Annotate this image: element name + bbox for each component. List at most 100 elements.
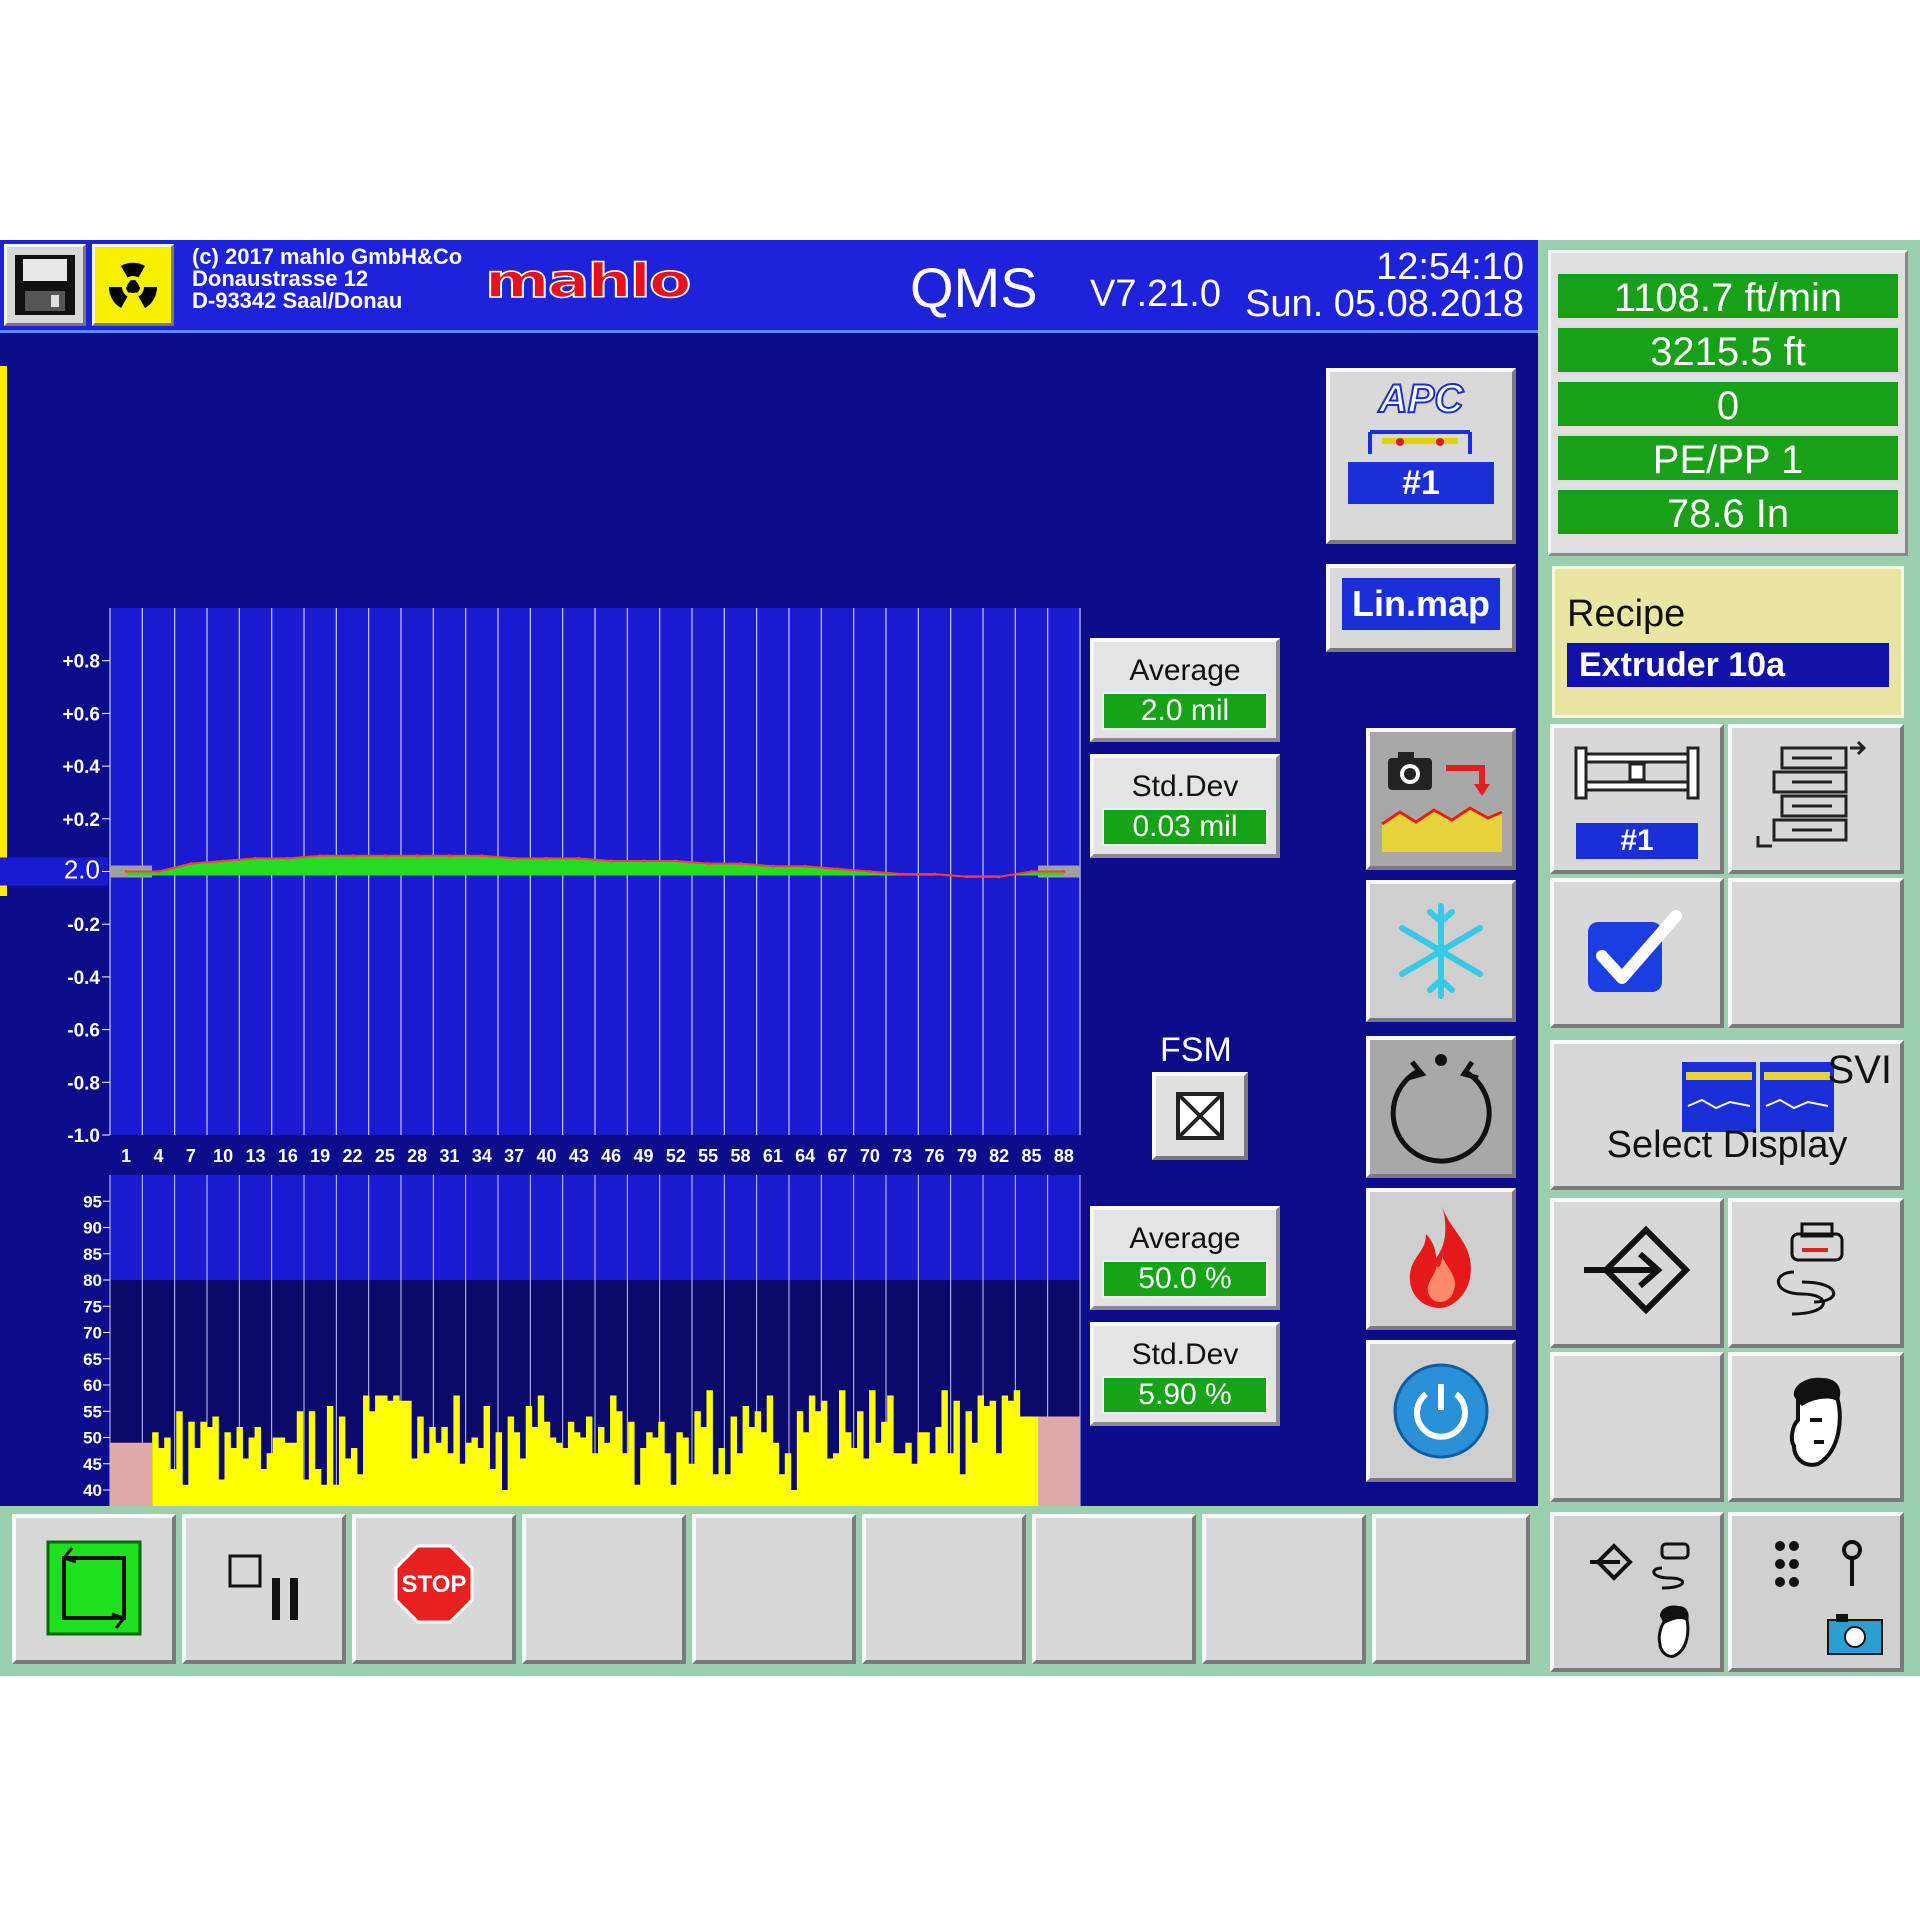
select-display-label: Select Display [1606, 1124, 1848, 1166]
y-tick-label: 55 [83, 1402, 102, 1421]
average-thickness-box: Average 2.0 mil [1090, 638, 1280, 742]
radiation-button[interactable] [92, 244, 174, 326]
y-tick-label: +0.6 [62, 704, 100, 725]
copyright-line: (c) 2017 mahlo GmbH&Co [192, 244, 463, 269]
enter-button[interactable] [1550, 1198, 1724, 1348]
average-value: 50.0 % [1102, 1260, 1268, 1298]
profile-point [415, 854, 419, 858]
length-readout: 3215.5 ft [1556, 326, 1900, 374]
profile-point [221, 859, 225, 863]
power-icon [1393, 1363, 1489, 1459]
y-tick-label: 95 [83, 1192, 102, 1211]
lin-map-button[interactable]: Lin.map [1326, 564, 1516, 652]
profile-point [157, 870, 160, 873]
profile-point [674, 859, 678, 863]
profile-point [609, 859, 613, 863]
recipe-value: Extruder 10a [1567, 643, 1889, 687]
apc-button[interactable]: APC #1 [1326, 368, 1516, 544]
profile-point [254, 856, 257, 860]
stddev-thickness-box: Std.Dev 0.03 mil [1090, 754, 1280, 858]
width-readout: 78.6 In [1556, 488, 1900, 536]
material-readout: PE/PP 1 [1556, 434, 1900, 482]
checkmark-icon [1588, 910, 1682, 992]
y-tick-label: 45 [83, 1455, 102, 1474]
radiation-icon [108, 262, 158, 308]
scanner-frame-icon [1574, 746, 1700, 800]
stop-sign-icon: STOP [394, 1544, 474, 1624]
profile-point [189, 862, 193, 866]
y-tick-label: 2.0 [64, 855, 100, 885]
qms-application: (c) 2017 mahlo GmbH&Co Donaustrasse 12 D… [0, 240, 1920, 1676]
recipe-box[interactable]: Recipe Extruder 10a [1552, 566, 1904, 718]
address-line: Donaustrasse 12 [192, 266, 369, 291]
profile-point [512, 856, 516, 860]
y-tick-label: 80 [83, 1271, 102, 1290]
clock-date: Sun. 05.08.2018 [1245, 283, 1524, 325]
empty-button-6[interactable] [1372, 1514, 1530, 1664]
stddev-percent-box: Std.Dev 5.90 % [1090, 1322, 1280, 1426]
operator-button[interactable] [1728, 1352, 1904, 1502]
y-tick-label: 70 [83, 1324, 102, 1343]
measure-button[interactable] [12, 1514, 176, 1664]
heating-button[interactable] [1366, 1188, 1516, 1330]
profile-point [803, 864, 807, 868]
y-tick-label: +0.8 [62, 652, 100, 673]
snowflake-icon [1399, 903, 1483, 999]
average-value: 2.0 mil [1102, 692, 1268, 730]
login-arrow-icon [1584, 1225, 1691, 1315]
right-panel: 1108.7 ft/min 3215.5 ft 0 PE/PP 1 78.6 I… [1538, 240, 1920, 1676]
profile-point [771, 864, 775, 868]
printer-button[interactable] [1728, 1198, 1904, 1348]
empty-button-lower[interactable] [1550, 1352, 1724, 1502]
profile-point [965, 875, 969, 879]
pause-frame-icon [228, 1554, 298, 1620]
service-menu-button[interactable] [1550, 1512, 1724, 1672]
save-disk-button[interactable] [4, 244, 86, 326]
profile-point [383, 854, 387, 858]
settings-menu-button[interactable] [1728, 1512, 1904, 1672]
apc-badge: #1 [1348, 462, 1494, 504]
pause-button[interactable] [182, 1514, 346, 1664]
y-tick-label: +0.4 [62, 757, 100, 778]
operator-face-icon [1789, 1377, 1842, 1467]
y-tick-label: 40 [83, 1481, 102, 1500]
profile-point [1062, 870, 1066, 873]
empty-button-5[interactable] [1202, 1514, 1366, 1664]
power-button[interactable] [1366, 1340, 1516, 1482]
camera-profile-icon [1381, 752, 1503, 852]
rotate-button[interactable] [1366, 1036, 1516, 1178]
select-display-button[interactable]: SVI Select Display [1550, 1040, 1904, 1190]
svi-tag: SVI [1827, 1048, 1892, 1092]
printer-icon [1776, 1222, 1844, 1316]
stddev-label: Std.Dev [1131, 1338, 1239, 1371]
version-label: V7.21.0 [1090, 273, 1221, 315]
empty-right-button[interactable] [1728, 878, 1904, 1028]
settings-icons [1775, 1540, 1883, 1655]
average-label: Average [1129, 654, 1241, 687]
apc-title: APC [1378, 376, 1464, 422]
floppy-disk-icon [15, 255, 75, 315]
confirm-button[interactable] [1550, 878, 1724, 1028]
empty-button-1[interactable] [522, 1514, 686, 1664]
stddev-value: 5.90 % [1102, 1376, 1268, 1414]
profile-point [739, 862, 742, 866]
y-tick-label: 90 [83, 1219, 102, 1238]
y-tick-label: 65 [83, 1350, 102, 1369]
profile-point [933, 872, 936, 876]
y-tick-label: 85 [83, 1245, 102, 1264]
lin-map-label: Lin.map [1342, 578, 1500, 630]
empty-button-4[interactable] [1032, 1514, 1196, 1664]
layout-button[interactable] [1728, 724, 1904, 874]
cooling-button[interactable] [1366, 880, 1516, 1022]
copyright-text: (c) 2017 mahlo GmbH&Co Donaustrasse 12 D… [192, 246, 462, 312]
machine-layout-icon [1756, 740, 1867, 848]
profile-point [900, 872, 904, 876]
rotate-icon [1390, 1054, 1492, 1164]
empty-button-3[interactable] [862, 1514, 1026, 1664]
bottom-toolbar: STOP [0, 1506, 1538, 1676]
empty-button-2[interactable] [692, 1514, 856, 1664]
snapshot-button[interactable] [1366, 728, 1516, 870]
stop-button[interactable]: STOP [352, 1514, 516, 1664]
scanner-frame-button[interactable]: #1 [1550, 724, 1724, 874]
fsm-checkbox[interactable] [1152, 1072, 1248, 1160]
